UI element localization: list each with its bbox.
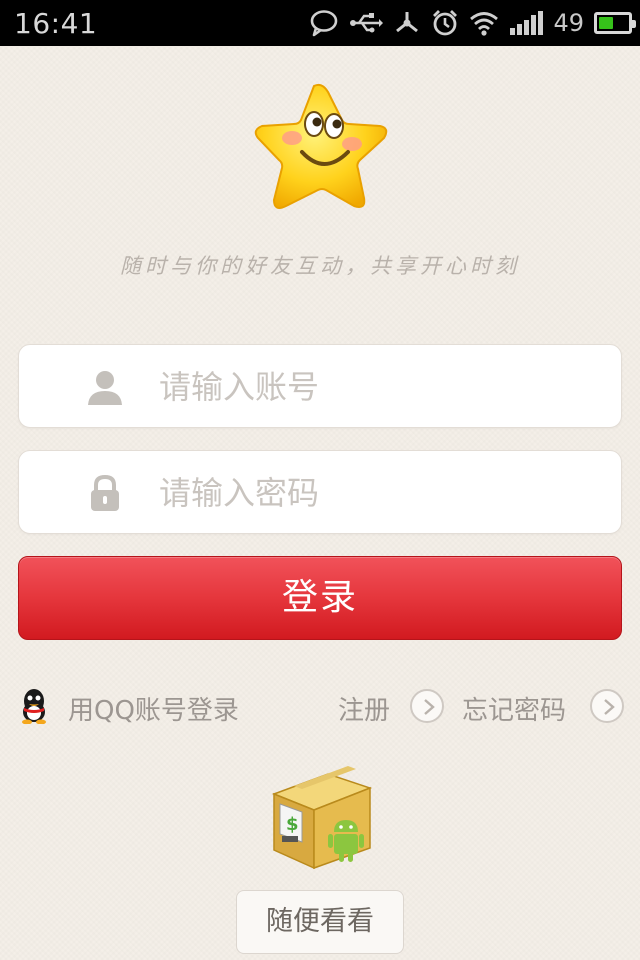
- user-icon: [88, 371, 122, 405]
- signal-icon: [509, 10, 544, 36]
- account-input[interactable]: [159, 357, 599, 417]
- qq-login-link[interactable]: 用QQ账号登录: [68, 690, 239, 727]
- usb-icon: [349, 11, 384, 35]
- battery-percent: 49: [553, 9, 584, 37]
- status-icons: 49: [309, 9, 636, 37]
- link-row: 用QQ账号登录 注册 忘记密码: [0, 682, 640, 732]
- forgot-password-link[interactable]: 忘记密码: [462, 690, 566, 727]
- qq-penguin-icon: [22, 689, 46, 724]
- star-mascot-logo: [254, 83, 388, 209]
- svg-text:$: $: [286, 814, 299, 835]
- status-time: 16:41: [14, 6, 98, 40]
- login-button[interactable]: 登录: [18, 556, 622, 640]
- password-field[interactable]: [18, 450, 622, 534]
- password-input[interactable]: [159, 463, 599, 523]
- battery-icon: [594, 12, 636, 34]
- debug-icon: [393, 9, 421, 37]
- wifi-icon: [469, 10, 499, 36]
- account-field[interactable]: [18, 344, 622, 428]
- register-link[interactable]: 注册: [338, 690, 390, 727]
- status-bar: 16:41 49: [0, 0, 640, 46]
- chevron-right-icon[interactable]: [410, 689, 444, 723]
- battery-fill: [599, 17, 613, 29]
- chat-icon: [309, 9, 339, 37]
- browse-button[interactable]: 随便看看: [236, 890, 404, 954]
- chevron-right-icon[interactable]: [590, 689, 624, 723]
- lock-icon: [91, 474, 119, 511]
- tagline: 随时与你的好友互动，共享开心时刻: [120, 254, 520, 278]
- android-package-icon: $: [271, 766, 373, 870]
- alarm-icon: [431, 9, 459, 37]
